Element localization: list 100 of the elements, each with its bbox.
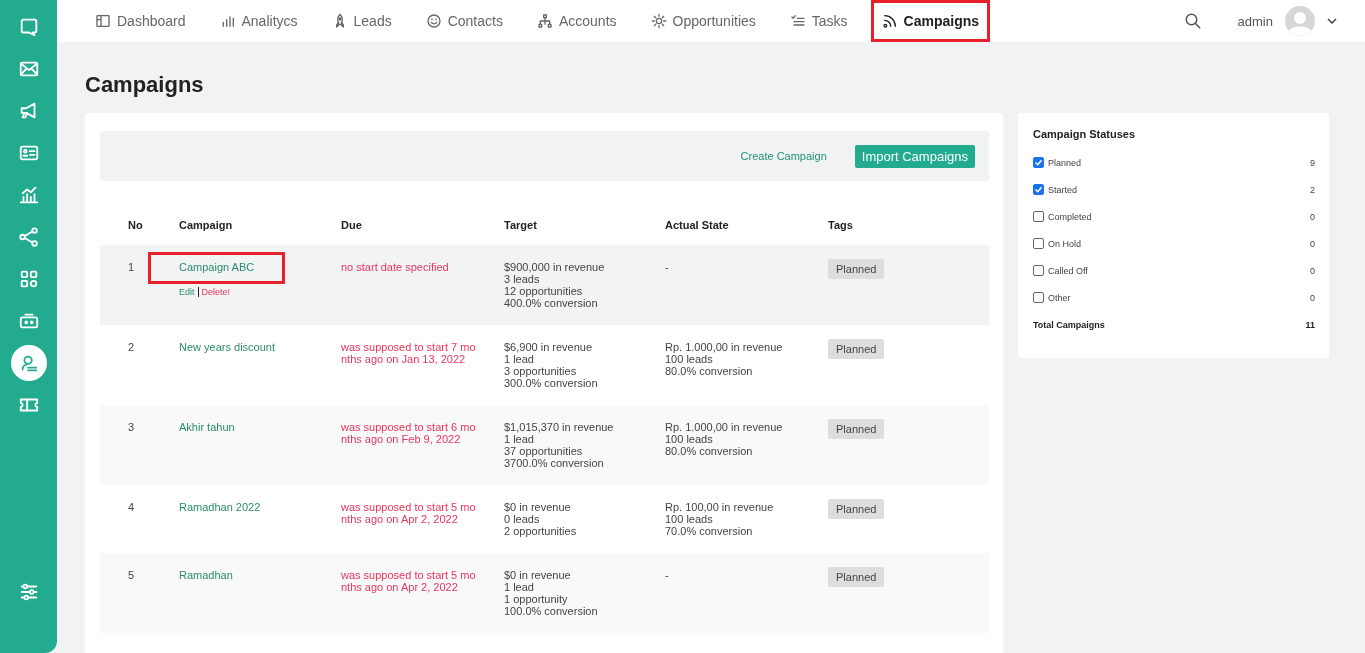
- status-tag: Planned: [828, 567, 885, 587]
- column-header: Due: [341, 219, 504, 245]
- status-checkbox[interactable]: [1033, 211, 1044, 222]
- nav-tab[interactable]: Campaigns: [870, 0, 991, 42]
- target-line: 300.0% conversion: [504, 377, 599, 389]
- delete-link[interactable]: Delete!: [198, 287, 231, 297]
- target-line: 3700.0% conversion: [504, 457, 605, 469]
- target-line: 3 opportunities: [504, 365, 578, 377]
- row-number: 2: [128, 341, 135, 353]
- actual-state-line: Rp. 1.000,00 in revenue: [665, 341, 784, 353]
- actual-state-line: -: [665, 261, 670, 273]
- actual-state-line: 100 leads: [665, 433, 714, 445]
- status-label: Completed: [1048, 211, 1093, 222]
- target-line: 1 lead: [504, 353, 535, 365]
- status-label: Called Off: [1048, 265, 1089, 276]
- due-text: was supposed to start 5 months ago on Apr 2, 2022: [341, 569, 477, 593]
- column-header: Campaign: [179, 219, 341, 245]
- nav-tab[interactable]: Tasks: [778, 0, 859, 42]
- status-tag: Planned: [828, 339, 885, 359]
- target-line: $900,000 in revenue: [504, 261, 606, 273]
- status-checkbox[interactable]: [1033, 292, 1044, 303]
- campaign-link[interactable]: Ramadhan: [148, 560, 264, 592]
- actual-state-line: 80.0% conversion: [665, 365, 754, 377]
- actual-state-line: 80.0% conversion: [665, 445, 754, 457]
- search-icon[interactable]: [1183, 12, 1202, 30]
- actual-state-line: 100 leads: [665, 513, 714, 525]
- campaign-link[interactable]: New years discount: [148, 332, 306, 364]
- actual-state-line: 70.0% conversion: [665, 525, 754, 537]
- total-label: Total Campaigns: [1033, 319, 1106, 330]
- rss-icon: [881, 13, 898, 29]
- status-label: Planned: [1048, 157, 1083, 168]
- checklist-icon: [789, 13, 806, 29]
- target-line: $1,015,370 in revenue: [504, 421, 615, 433]
- smiley-icon: [425, 13, 442, 29]
- target-line: 400.0% conversion: [504, 297, 599, 309]
- nav-tab[interactable]: Contacts: [414, 0, 514, 42]
- due-text: no start date specified: [341, 261, 450, 273]
- target-line: 2 opportunities: [504, 525, 578, 537]
- sun-icon: [650, 13, 667, 29]
- status-checkbox[interactable]: [1033, 238, 1044, 249]
- nav-tab[interactable]: Dashboard: [84, 0, 197, 42]
- hierarchy-icon: [536, 13, 553, 29]
- campaign-link[interactable]: Akhir tahun: [148, 412, 266, 444]
- caret-icon[interactable]: [1327, 18, 1337, 24]
- status-label: Other: [1048, 292, 1072, 303]
- nav-tab[interactable]: Analitycs: [208, 0, 309, 42]
- row-number: 4: [128, 501, 135, 513]
- row-number: 1: [128, 261, 135, 273]
- status-label: On Hold: [1048, 238, 1083, 249]
- edit-link[interactable]: Edit: [179, 287, 199, 297]
- status-checkbox[interactable]: [1033, 157, 1044, 168]
- target-line: 0 leads: [504, 513, 541, 525]
- status-checkbox[interactable]: [1033, 184, 1044, 195]
- column-header: Actual State: [665, 219, 828, 245]
- create-campaign-link[interactable]: Create Campaign: [740, 150, 827, 162]
- nav-tab[interactable]: Leads: [320, 0, 403, 42]
- target-line: $0 in revenue: [504, 501, 572, 513]
- target-line: 1 opportunity: [504, 593, 569, 605]
- status-count: 0: [1310, 238, 1315, 249]
- status-checkbox[interactable]: [1033, 265, 1044, 276]
- target-line: $6,900 in revenue: [504, 341, 594, 353]
- status-label: Started: [1048, 184, 1079, 195]
- actual-state-line: 100 leads: [665, 353, 714, 365]
- campaign-link[interactable]: Ramadhan 2022: [148, 492, 292, 524]
- target-line: 1 lead: [504, 433, 535, 445]
- target-line: 12 opportunities: [504, 285, 584, 297]
- actual-state-line: -: [665, 569, 670, 581]
- target-line: 1 lead: [504, 581, 535, 593]
- page-title: Campaigns: [85, 72, 205, 98]
- status-count: 0: [1310, 211, 1315, 222]
- nav-tab[interactable]: Opportunities: [639, 0, 767, 42]
- status-count: 9: [1310, 157, 1315, 168]
- status-count: 0: [1310, 292, 1315, 303]
- column-header: Tags: [828, 219, 989, 245]
- column-header: No: [100, 219, 179, 245]
- due-text: was supposed to start 5 months ago on Apr 2, 2022: [341, 501, 477, 525]
- avatar-icon[interactable]: [1285, 6, 1315, 36]
- statuses-title: Campaign Statuses: [1033, 128, 1137, 140]
- nav-tab[interactable]: Accounts: [525, 0, 628, 42]
- row-number: 5: [128, 569, 135, 581]
- due-text: was supposed to start 7 months ago on Jan 13, 2022: [341, 341, 477, 365]
- target-line: 100.0% conversion: [504, 605, 599, 617]
- due-text: was supposed to start 6 months ago on Feb 9, 2022: [341, 421, 477, 445]
- status-count: 2: [1310, 184, 1315, 195]
- target-line: 3 leads: [504, 273, 541, 285]
- actual-state-line: Rp. 100,00 in revenue: [665, 501, 775, 513]
- status-tag: Planned: [828, 259, 885, 279]
- user-icon[interactable]: [10, 345, 47, 381]
- actual-state-line: Rp. 1.000,00 in revenue: [665, 421, 784, 433]
- status-tag: Planned: [828, 419, 885, 439]
- status-tag: Planned: [828, 499, 885, 519]
- username-label[interactable]: admin: [1237, 13, 1273, 29]
- layout-icon: [95, 13, 111, 29]
- row-number: 3: [128, 421, 135, 433]
- total-count: 11: [1305, 319, 1315, 330]
- column-header: Target: [504, 219, 665, 245]
- campaign-link[interactable]: Campaign ABC: [148, 252, 286, 284]
- target-line: 37 opportunities: [504, 445, 584, 457]
- status-count: 0: [1310, 265, 1315, 276]
- target-line: $0 in revenue: [504, 569, 572, 581]
